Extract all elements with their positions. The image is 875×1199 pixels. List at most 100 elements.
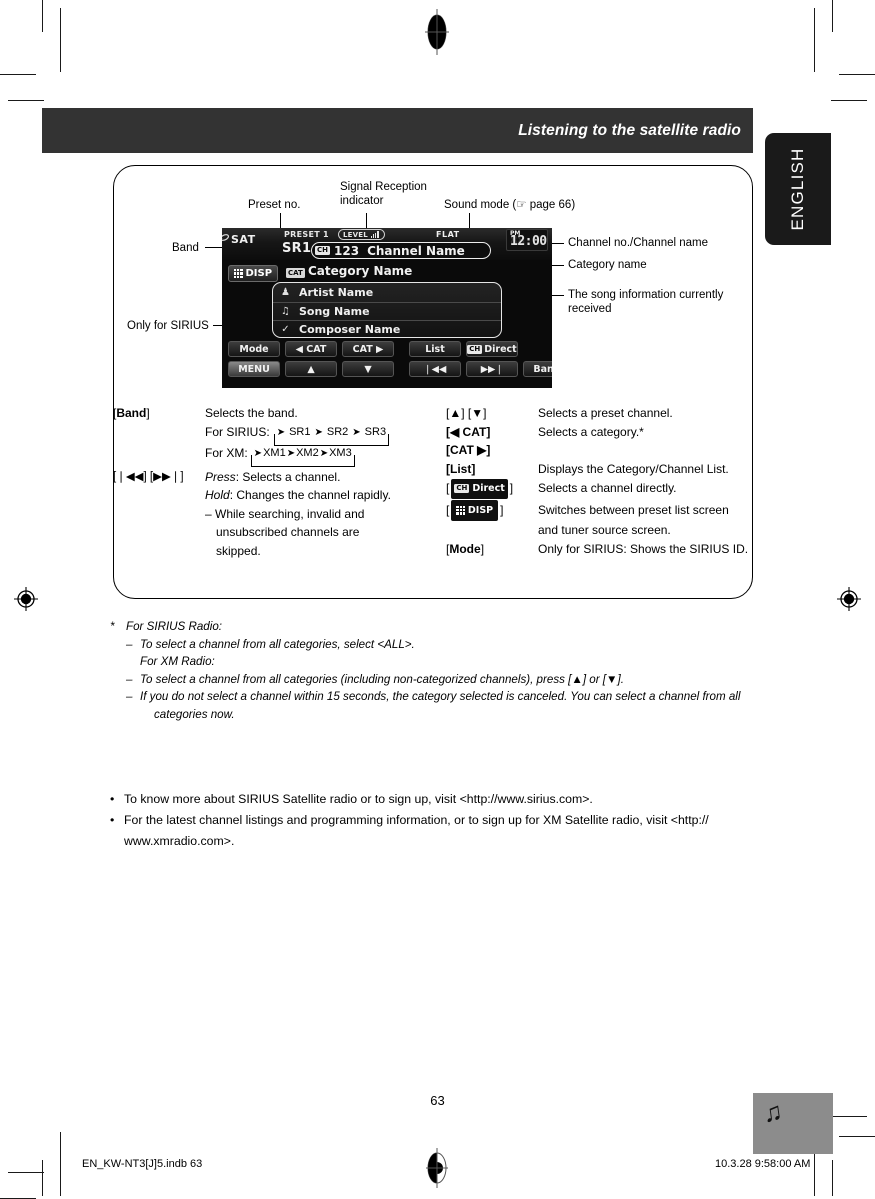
band-cycle-items: ➤ SR1 ➤ SR2 ➤ SR3 xyxy=(274,426,389,439)
key-label-empty xyxy=(113,487,205,505)
band-sr2: SR2 xyxy=(326,425,349,438)
arrow-icon: ➤ xyxy=(319,448,329,460)
key-label-mode: [Mode] xyxy=(446,541,485,556)
hold-desc: : Changes the channel rapidly. xyxy=(229,488,391,502)
footnote-text: categories now. xyxy=(154,707,235,721)
key-table-row: For XM: ➤ XM1 ➤ XM2 ➤ XM3 xyxy=(113,445,443,468)
key-label-empty xyxy=(113,506,205,524)
direct-chip-label: Direct xyxy=(472,483,505,494)
lcd-button-band[interactable]: Band xyxy=(523,361,552,377)
footnote-text: To select a channel from all categories,… xyxy=(140,637,415,651)
crop-mark-br-h2 xyxy=(831,1116,867,1117)
lcd-source-indicator: SAT xyxy=(222,233,256,246)
lcd-button-cat-prev[interactable]: ◀ CAT xyxy=(285,341,337,357)
lcd-disp-button[interactable]: DISP xyxy=(228,265,278,282)
callout-channel-no-name: Channel no./Channel name xyxy=(568,236,708,250)
satellite-dish-icon xyxy=(222,234,230,241)
crop-mark-tr-v2 xyxy=(814,8,815,72)
arrow-icon: ➤ xyxy=(286,448,296,460)
lcd-info-row-composer: ✓ Composer Name xyxy=(273,320,501,337)
callout-song-info-line2: received xyxy=(568,303,612,315)
key-desc-direct: Selects a channel directly. xyxy=(538,481,677,495)
band-sr1: SR1 xyxy=(289,425,311,438)
key-desc-disp-1: Switches between preset list screen xyxy=(538,502,729,517)
lcd-artist-name: Artist Name xyxy=(299,285,374,299)
key-label-cat-next: [CAT ▶] xyxy=(446,442,538,460)
lcd-clock: PM 88:88 12:00 xyxy=(506,229,548,251)
footnote-dash xyxy=(126,653,140,671)
key-label-cat-prev-text: [◀ CAT] xyxy=(446,424,491,439)
band-xm3: XM3 xyxy=(329,447,352,460)
lcd-button-up[interactable]: ▲ xyxy=(285,361,337,377)
key-label-up-down: [▲] [▼] xyxy=(446,406,487,420)
lcd-button-menu[interactable]: MENU xyxy=(228,361,280,377)
leader-signal xyxy=(366,213,368,229)
key-table-row: – While searching, invalid and xyxy=(113,506,443,524)
crop-mark-bl-v xyxy=(42,1160,43,1196)
lcd-button-direct[interactable]: CH Direct xyxy=(466,341,518,357)
lcd-button-prev-track-label: ❘◀◀ xyxy=(423,363,447,375)
lcd-button-cat-next[interactable]: CAT ▶ xyxy=(342,341,394,357)
arrow-icon: ➤ xyxy=(314,426,323,438)
page-title: Listening to the satellite radio xyxy=(518,121,741,139)
key-label-empty xyxy=(446,522,538,540)
direct-button-chip: CH Direct xyxy=(451,479,508,499)
lcd-song-info-box: ♟ Artist Name ♫ Song Name ✓ Composer Nam… xyxy=(272,282,502,338)
key-desc-band: Selects the band. xyxy=(205,406,298,420)
leader-preset-no xyxy=(280,213,282,229)
key-table-row: [List] Displays the Category/Channel Lis… xyxy=(446,461,756,479)
key-desc-press: Press: Selects a channel. xyxy=(205,469,340,487)
key-table-row: [▲] [▼] Selects a preset channel. xyxy=(446,405,756,423)
lcd-button-down[interactable]: ▼ xyxy=(342,361,394,377)
bullet-text: For the latest channel listings and prog… xyxy=(124,813,709,827)
lcd-preset-indicator: PRESET 1 xyxy=(284,230,329,239)
key-table-row: skipped. xyxy=(113,543,443,561)
crop-mark-bl-h xyxy=(8,1172,44,1173)
key-table-row: For SIRIUS: ➤ SR1 ➤ SR2 ➤ SR3 xyxy=(113,424,443,446)
band-xm2: XM2 xyxy=(296,447,319,460)
lcd-song-name: Song Name xyxy=(299,304,370,318)
crop-mark-tr-v xyxy=(832,0,833,32)
lcd-button-row-1: Mode ◀ CAT CAT ▶ List CH Direct xyxy=(228,341,518,357)
ch-badge-icon: CH xyxy=(467,344,483,354)
arrow-icon: ➤ xyxy=(352,426,361,438)
lcd-button-next-track[interactable]: ▶▶❘ xyxy=(466,361,518,377)
lcd-button-list[interactable]: List xyxy=(409,341,461,357)
callout-category-name-label: Category name xyxy=(568,259,647,271)
lcd-button-prev-track[interactable]: ❘◀◀ xyxy=(409,361,461,377)
band-xm1: XM1 xyxy=(263,447,286,460)
leader-sound-mode xyxy=(469,213,471,229)
registration-mark-top xyxy=(425,9,449,55)
lcd-button-row-2: MENU ▲ ▼ ❘◀◀ ▶▶❘ Band xyxy=(228,361,552,377)
bullet-item-continuation: www.xmradio.com>. xyxy=(110,832,770,851)
bullet-item: • To know more about SIRIUS Satellite ra… xyxy=(110,790,770,809)
notes-bullet-list: • To know more about SIRIUS Satellite ra… xyxy=(110,790,770,853)
bracket-close: ] xyxy=(500,502,504,517)
chapter-icon-box: ♫ xyxy=(753,1093,833,1154)
key-desc-skip-3: skipped. xyxy=(216,543,261,558)
disp-button-chip: DISP xyxy=(451,499,499,521)
registration-mark-left xyxy=(14,587,38,611)
crop-mark-tl-v2 xyxy=(60,8,61,72)
footnote-block: * For SIRIUS Radio: – To select a channe… xyxy=(110,618,770,723)
registration-mark-right xyxy=(837,587,861,611)
footnote-line: For XM Radio: xyxy=(110,653,770,671)
callout-signal-line2: indicator xyxy=(340,195,384,207)
bracket-close: ] xyxy=(509,481,514,495)
grid-icon xyxy=(456,505,465,515)
callout-preset-no-label: Preset no. xyxy=(248,199,301,211)
key-table-row: and tuner source screen. xyxy=(446,522,756,540)
footnote-line: – To select a channel from all categorie… xyxy=(110,671,770,689)
footnote-dash: – xyxy=(126,690,133,703)
lcd-button-up-label: ▲ xyxy=(307,363,315,375)
key-label-empty xyxy=(113,524,205,542)
key-table-row: [ CH Direct ] Selects a channel directly… xyxy=(446,479,756,499)
key-table-row: [❘◀◀] [▶▶❘] Press: Selects a channel. xyxy=(113,469,443,487)
lcd-button-mode[interactable]: Mode xyxy=(228,341,280,357)
key-label-list: [List] xyxy=(446,461,538,479)
callout-category-name: Category name xyxy=(568,258,647,272)
band-cycle-xm: ➤ XM1 ➤ XM2 ➤ XM3 xyxy=(250,447,355,468)
arrow-icon: ➤ xyxy=(253,448,263,460)
lcd-info-row-song: ♫ Song Name xyxy=(273,301,501,321)
press-label: Press xyxy=(205,469,236,484)
